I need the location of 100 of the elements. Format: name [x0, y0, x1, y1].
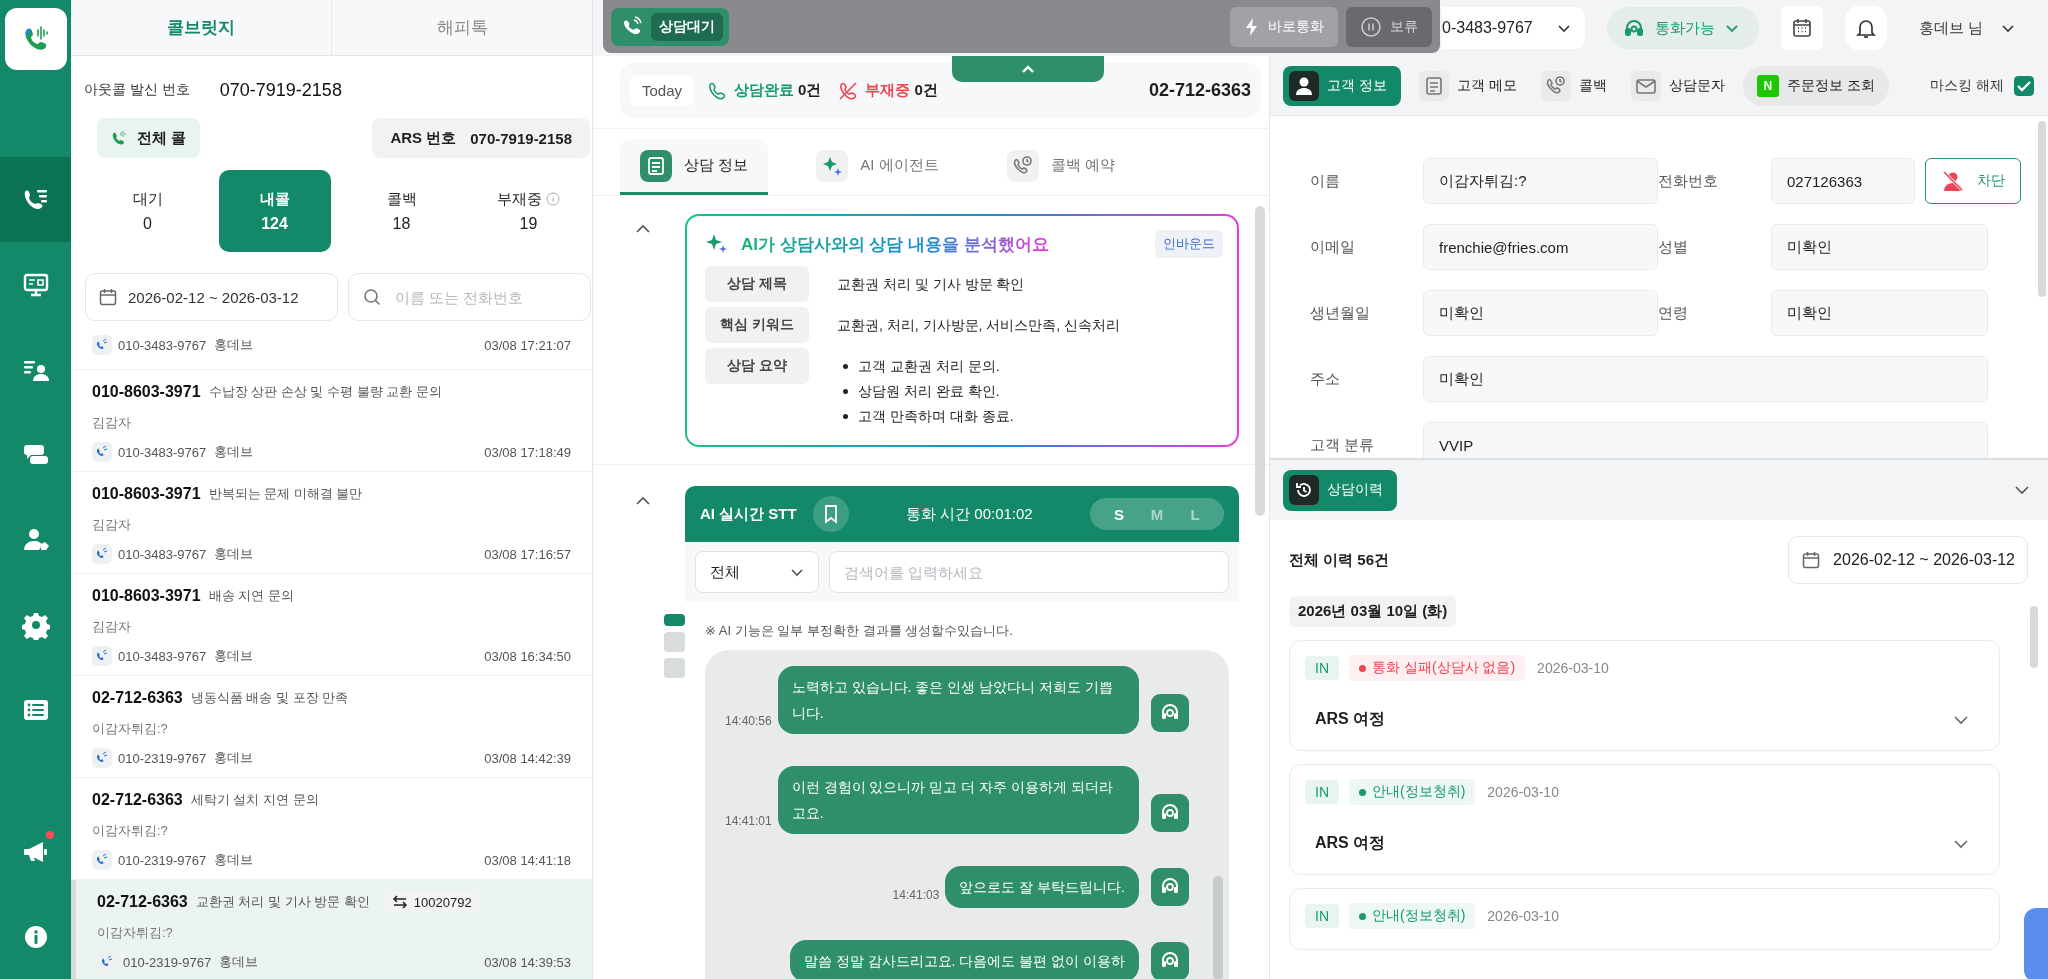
notification-dot	[46, 831, 54, 839]
caller-phone: 010-8603-3971	[92, 587, 201, 605]
call-type-tag: 인바운드	[1155, 230, 1223, 258]
call-item[interactable]: 02-712-6363 교환권 처리 및 기사 방문 확인 10020792 이감자튀김:? 010-2319-9767 홍데브 03/08 14:39:53	[71, 880, 592, 979]
detail-tab[interactable]: AI 에이전트	[796, 139, 959, 195]
ai-notice: ※ AI 기능은 일부 부정확한 결과를 생성할수있습니다.	[705, 622, 1014, 640]
customer-field[interactable]: 미확인	[1771, 224, 1988, 270]
call-time: 03/08 14:39:53	[484, 954, 571, 970]
customer-field[interactable]: 027126363	[1771, 158, 1915, 204]
person-icon	[1289, 70, 1319, 101]
scrollbar[interactable]	[2030, 606, 2038, 668]
view-toggle[interactable]	[664, 614, 685, 626]
user-menu[interactable]: 홍데브 님	[1919, 18, 2016, 38]
customer-name: 김감자	[92, 414, 132, 432]
counter-tab[interactable]: 콜백 18	[345, 170, 458, 252]
detail-tab[interactable]: 콜백 예약	[986, 139, 1135, 195]
customer-field[interactable]: frenchie@fries.com	[1423, 224, 1658, 270]
caller-phone: 010-8603-3971	[92, 383, 201, 401]
agent-phone: 010-2319-9767	[118, 750, 207, 766]
sparkle-icon	[816, 149, 849, 182]
bookmark-button[interactable]	[812, 496, 849, 532]
chevron-down-icon[interactable]	[2014, 485, 2030, 495]
scrollbar[interactable]	[2038, 121, 2046, 297]
document-icon	[640, 149, 672, 182]
agent-name: 홍데브	[214, 443, 254, 461]
field-label: 성별	[1658, 237, 1689, 257]
outcall-number: 070-7919-2158	[219, 79, 342, 101]
agent-name: 홍데브	[214, 647, 254, 665]
summary-label: 상담 요약	[705, 348, 809, 384]
history-date: 2026-03-10	[1537, 660, 1609, 676]
direction-tag: IN	[1305, 904, 1339, 928]
call-status-button[interactable]: 상담대기	[611, 7, 729, 46]
current-phone: 02-712-6363	[1148, 80, 1251, 101]
message-time: 14:41:01	[725, 814, 772, 828]
customer-field[interactable]: 미확인	[1771, 290, 1988, 336]
agent-phone: 010-3483-9767	[118, 337, 207, 353]
date-range-field[interactable]: 2026-02-12 ~ 2026-03-12	[1788, 536, 2028, 584]
unmask-checkbox[interactable]: 마스킹 해제	[1930, 75, 2034, 96]
notification-button[interactable]	[1845, 6, 1887, 50]
panel-tab[interactable]: 콜브릿지	[71, 0, 332, 55]
customer-field[interactable]: 미확인	[1423, 356, 1988, 402]
ars-number: 070-7919-2158	[470, 129, 572, 147]
calendar-button[interactable]	[1781, 6, 1823, 50]
block-button[interactable]: 차단	[1925, 158, 2021, 204]
checkbox[interactable]	[2014, 75, 2034, 96]
calendar-icon	[1801, 550, 1822, 570]
speaker-select[interactable]: 전체	[695, 551, 819, 593]
field-label: 주소	[1310, 369, 1341, 389]
expand-icon[interactable]	[1953, 714, 1969, 725]
transcript-search-field[interactable]: 검색어를 입력하세요	[829, 551, 1229, 593]
field-label: 고객 분류	[1310, 435, 1376, 455]
call-subject: 수납장 상판 손상 및 수평 불량 교환 문의	[208, 383, 442, 401]
outcall-label: 아웃콜 발신 번호	[84, 81, 190, 99]
line-select[interactable]: 0-3483-9767	[1442, 7, 1585, 49]
all-calls-button[interactable]: 전체 콜	[97, 118, 201, 158]
scrollbar[interactable]	[1213, 876, 1223, 979]
customer-tab[interactable]: 상담문자	[1624, 65, 1731, 106]
agent-name: 홍데브	[214, 545, 254, 563]
customer-tab[interactable]: 고객 정보	[1283, 65, 1401, 106]
expand-icon[interactable]	[1953, 838, 1969, 849]
memo-icon	[1418, 70, 1449, 101]
detail-tab[interactable]: 상담 정보	[620, 139, 769, 195]
agent-phone: 010-2319-9767	[118, 852, 207, 868]
summary-value: 교환권 처리 및 기사 방문 확인	[837, 275, 1025, 294]
agent-headset-icon	[1151, 694, 1189, 732]
customer-tab[interactable]: 콜백	[1534, 65, 1613, 106]
view-toggle[interactable]	[664, 658, 685, 678]
search-field[interactable]: 이름 또는 전화번호	[348, 273, 591, 321]
history-title: ARS 여정	[1315, 709, 1386, 729]
agent-phone: 010-2319-9767	[123, 954, 212, 970]
scrollbar[interactable]	[1255, 206, 1265, 516]
collapse-icon	[635, 224, 651, 234]
summary-bullet: 고객 만족하며 대화 종료.	[843, 404, 1014, 429]
missed-call-icon	[837, 79, 860, 102]
customer-field[interactable]: 이감자튀김:?	[1423, 158, 1658, 204]
customer-field[interactable]: VVIP	[1423, 422, 1988, 458]
ticket-number: 10020792	[413, 894, 472, 910]
agent-headset-icon	[1151, 942, 1189, 979]
view-toggle[interactable]	[664, 632, 685, 652]
stt-title: AI 실시간 STT	[700, 504, 797, 524]
field-label: 생년월일	[1310, 303, 1371, 323]
customer-tab[interactable]: 고객 메모	[1412, 65, 1523, 106]
counter-tab[interactable]: 부재중 19	[472, 170, 585, 252]
call-item[interactable]: 010-8603-3971 수납장 상판 손상 및 수평 불량 교환 문의 김감자 010-3483-9767 홍데브 03/08 17:18:49	[71, 370, 592, 472]
counter-tab[interactable]: 대기 0	[91, 170, 204, 252]
customer-field[interactable]: 미확인	[1423, 290, 1658, 336]
agent-headset-icon	[1151, 794, 1189, 832]
headset-icon	[1623, 17, 1645, 39]
history-tab[interactable]: 상담이력	[1283, 469, 1397, 511]
call-item[interactable]: 010-8603-3971 반복되는 문제 미해결 불만 김감자 010-3483-9767 홍데브 03/08 17:16:57	[71, 472, 592, 574]
call-item[interactable]: 010-8603-3971 배송 지연 문의 김감자 010-3483-9767 홍데브 03/08 16:34:50	[71, 574, 592, 676]
call-subject: 배송 지연 문의	[208, 587, 294, 605]
date-range-field[interactable]: 2026-02-12 ~ 2026-03-12	[85, 273, 338, 321]
customer-tab[interactable]: N 주문정보 조회	[1742, 65, 1889, 106]
call-item[interactable]: 010-3483-9767 홍데브 03/08 17:21:07	[71, 325, 592, 370]
person-blocked-icon	[1941, 170, 1965, 192]
call-item[interactable]: 02-712-6363 냉동식품 배송 및 포장 만족 이감자튀김:? 010-2319-9767 홍데브 03/08 14:42:39	[71, 676, 592, 778]
call-subject: 반복되는 문제 미해결 불만	[208, 485, 363, 503]
counter-tab[interactable]: 내콜 124	[218, 170, 331, 252]
chevron-down-icon	[1557, 23, 1571, 33]
